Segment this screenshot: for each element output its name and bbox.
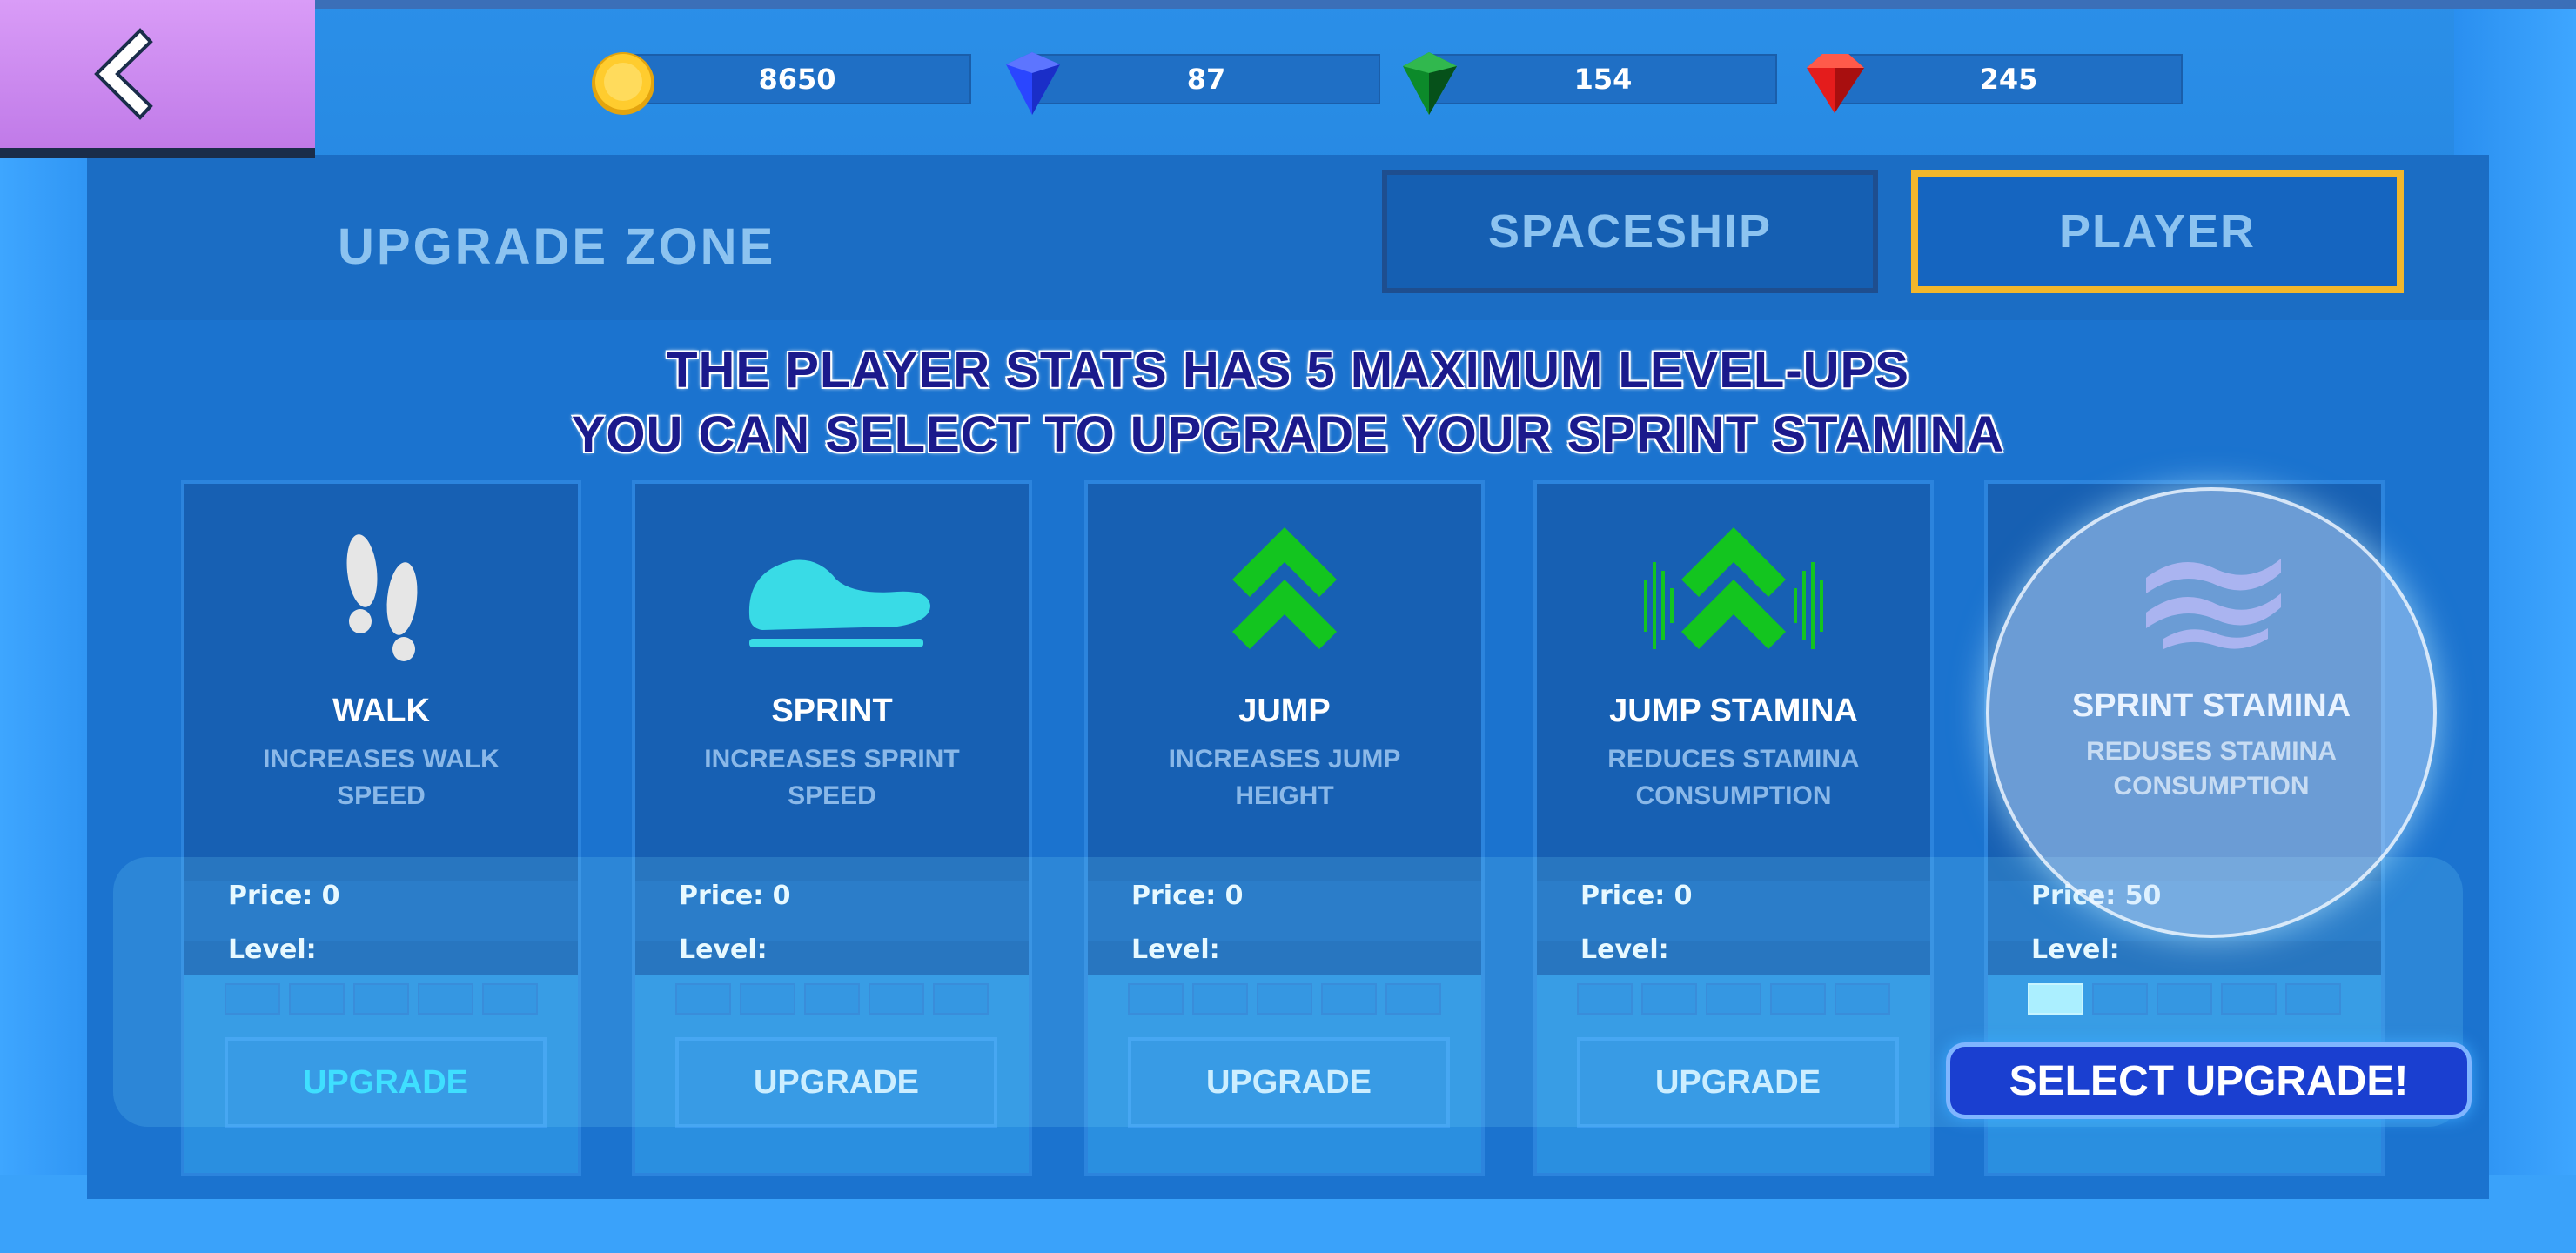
- currency-blue-value: 87: [1032, 54, 1380, 104]
- tutorial-highlight[interactable]: SPRINT STAMINA REDUSES STAMINA CONSUMPTI…: [1986, 487, 2437, 938]
- level-slot: [869, 983, 924, 1015]
- card-price: Price: 0: [1131, 881, 1244, 911]
- shoe-icon: [748, 559, 930, 647]
- card-price: Price: 0: [679, 881, 791, 911]
- card-name: SPRINT STAMINA: [2071, 687, 2351, 724]
- level-slot: [289, 983, 345, 1015]
- card-price: Price: 0: [1580, 881, 1693, 911]
- double-chevron-up-icon: [1232, 527, 1337, 649]
- card-name: JUMP: [1238, 693, 1331, 729]
- currency-green-value: 154: [1429, 54, 1777, 104]
- level-slot: [482, 983, 538, 1015]
- tab-spaceship[interactable]: SPACESHIP: [1382, 170, 1878, 293]
- card-description-line2: HEIGHT: [1235, 781, 1334, 810]
- currency-bar: 8650 87 154 245: [0, 0, 2576, 158]
- card-level-label: Level:: [2031, 935, 2120, 965]
- footsteps-icon: [346, 534, 418, 661]
- red-gem-icon: [1807, 54, 1864, 113]
- level-indicator: [1128, 983, 1441, 1015]
- card-description-line2: SPEED: [788, 781, 876, 810]
- level-slot: [225, 983, 280, 1015]
- upgrade-card-walk: WALK INCREASES WALK SPEED Price: 0 Level…: [181, 480, 581, 1176]
- upgrade-button-jump-stamina[interactable]: UPGRADE: [1577, 1037, 1899, 1128]
- level-slot: [1385, 983, 1441, 1015]
- level-slot: [1192, 983, 1248, 1015]
- upgrade-card-sprint: SPRINT INCREASES SPRINT SPEED Price: 0 L…: [632, 480, 1032, 1176]
- card-level-label: Level:: [679, 935, 768, 965]
- card-description-line1: INCREASES SPRINT: [704, 745, 960, 774]
- card-level-label: Level:: [228, 935, 317, 965]
- level-slot: [1577, 983, 1633, 1015]
- gold-coin-icon: [592, 52, 654, 115]
- level-indicator: [1577, 983, 1890, 1015]
- page-title: UPGRADE ZONE: [338, 218, 776, 275]
- level-slot: [804, 983, 860, 1015]
- level-slot: [2285, 983, 2341, 1015]
- card-name: WALK: [332, 693, 430, 729]
- blue-gem-icon: [1006, 52, 1060, 115]
- level-slot: [353, 983, 409, 1015]
- upgrade-card-jump: JUMP INCREASES JUMP HEIGHT Price: 0 Leve…: [1084, 480, 1485, 1176]
- upgrade-button-walk[interactable]: UPGRADE: [225, 1037, 547, 1128]
- tutorial-headline-line1: THE PLAYER STATS HAS 5 MAXIMUM LEVEL-UPS: [667, 342, 1909, 399]
- card-description-line2: CONSUMPTION: [2113, 772, 2310, 801]
- level-slot: [1835, 983, 1890, 1015]
- level-slot: [1257, 983, 1312, 1015]
- level-slot-filled: [2028, 983, 2083, 1015]
- card-description-line1: REDUCES STAMINA: [1607, 745, 1860, 774]
- level-slot: [1128, 983, 1184, 1015]
- card-level-label: Level:: [1131, 935, 1220, 965]
- level-slot: [740, 983, 795, 1015]
- card-price: Price: 0: [228, 881, 340, 911]
- upgrade-card-jump-stamina: JUMP STAMINA REDUCES STAMINA CONSUMPTION…: [1533, 480, 1934, 1176]
- level-slot: [418, 983, 473, 1015]
- level-slot: [1641, 983, 1697, 1015]
- level-slot: [1321, 983, 1377, 1015]
- level-indicator: [225, 983, 538, 1015]
- card-description-line1: INCREASES JUMP: [1168, 745, 1401, 774]
- card-description-line2: CONSUMPTION: [1635, 781, 1832, 810]
- level-slot: [1706, 983, 1761, 1015]
- tutorial-headline-line2: YOU CAN SELECT TO UPGRADE YOUR SPRINT ST…: [571, 406, 2005, 463]
- upgrade-button-sprint[interactable]: UPGRADE: [675, 1037, 997, 1128]
- level-indicator: [675, 983, 989, 1015]
- select-upgrade-callout[interactable]: SELECT UPGRADE!: [1946, 1042, 2472, 1119]
- card-description-line1: REDUSES STAMINA: [2086, 737, 2337, 766]
- level-slot: [2157, 983, 2212, 1015]
- level-slot: [933, 983, 989, 1015]
- level-slot: [2092, 983, 2148, 1015]
- wind-waves-icon: [2146, 559, 2281, 649]
- level-slot: [675, 983, 731, 1015]
- currency-gold-value: 8650: [623, 54, 971, 104]
- card-level-label: Level:: [1580, 935, 1669, 965]
- level-indicator: [2028, 983, 2341, 1015]
- tab-player[interactable]: PLAYER: [1911, 170, 2404, 293]
- level-slot: [2221, 983, 2277, 1015]
- green-gem-icon: [1403, 52, 1457, 115]
- card-name: SPRINT: [771, 693, 893, 729]
- upgrade-button-jump[interactable]: UPGRADE: [1128, 1037, 1450, 1128]
- stamina-chevron-icon: [1644, 527, 1823, 649]
- card-description-line2: SPEED: [337, 781, 426, 810]
- card-description-line1: INCREASES WALK: [263, 745, 500, 774]
- level-slot: [1770, 983, 1826, 1015]
- card-name: JUMP STAMINA: [1609, 693, 1858, 729]
- currency-red-value: 245: [1835, 54, 2183, 104]
